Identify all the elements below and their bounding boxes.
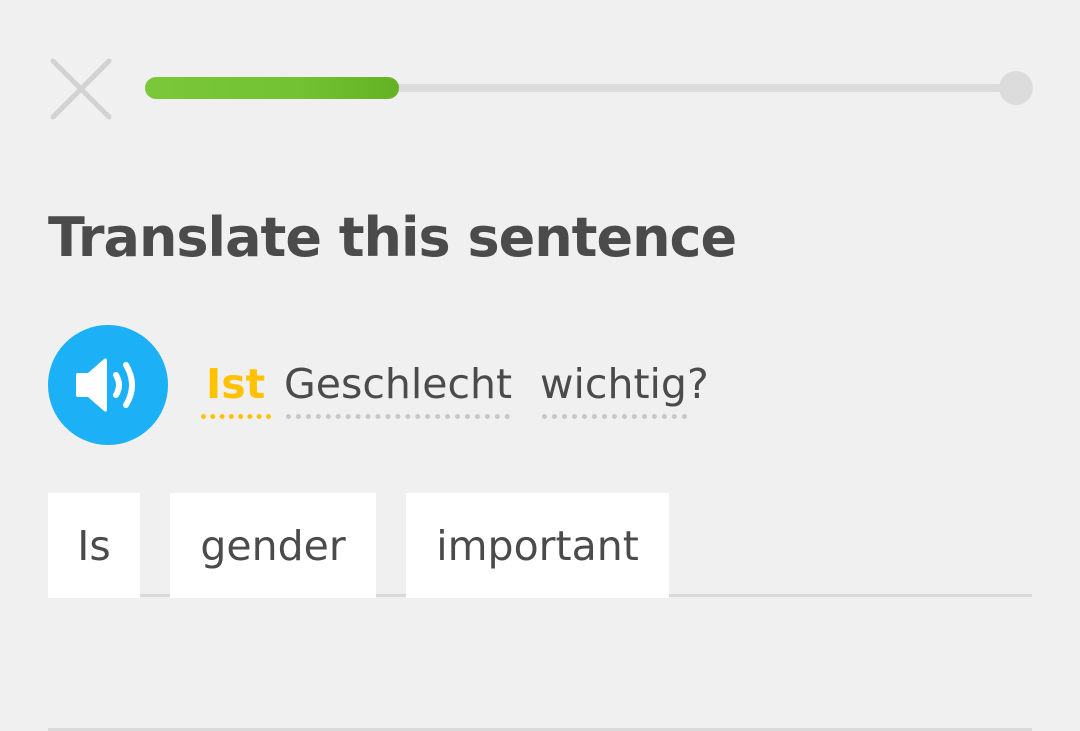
- speaker-icon: [76, 358, 135, 412]
- word-hint-underline: [201, 414, 272, 419]
- word-tile-label: Is: [77, 521, 111, 570]
- word-tile-important[interactable]: important: [406, 493, 669, 598]
- sentence-word-wichtig[interactable]: wichtig?: [540, 356, 709, 419]
- close-button[interactable]: [48, 56, 114, 122]
- word-hint-underline: [286, 414, 511, 419]
- close-icon: [50, 58, 112, 120]
- word-tile-label: gender: [200, 521, 346, 570]
- play-audio-button[interactable]: [48, 325, 168, 445]
- progress-bar: [145, 77, 1020, 99]
- progress-bar-fill: [145, 77, 399, 99]
- sentence-word-text: Geschlecht: [284, 360, 513, 408]
- sentence-word-ist[interactable]: Ist: [201, 356, 272, 419]
- sentence-word-text: wichtig?: [540, 360, 709, 408]
- progress-end-marker: [999, 71, 1033, 105]
- word-tile-is[interactable]: Is: [48, 493, 140, 598]
- sentence-word-geschlecht[interactable]: Geschlecht: [284, 356, 513, 419]
- word-hint-underline: [542, 414, 687, 419]
- word-tile-label: important: [436, 521, 639, 570]
- word-tile-gender[interactable]: gender: [170, 493, 376, 598]
- lesson-header: [0, 0, 1080, 170]
- sentence-word-text: Ist: [206, 360, 266, 408]
- page-title: Translate this sentence: [48, 206, 737, 269]
